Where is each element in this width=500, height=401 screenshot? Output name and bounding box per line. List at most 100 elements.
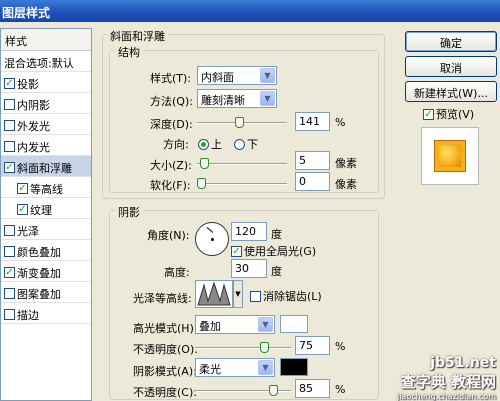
global-light-checkbox[interactable]: ✓ 使用全局光(G)	[231, 243, 316, 259]
style-item-label: 混合选项:默认	[4, 56, 74, 70]
technique-dropdown-value: 雕刻清晰	[201, 94, 245, 107]
size-input[interactable]: 5	[295, 151, 330, 170]
watermark-site: jb51.net	[430, 355, 496, 371]
style-item[interactable]: 内阴影	[1, 93, 91, 114]
checkbox-unchecked-icon[interactable]	[4, 225, 15, 236]
soften-input[interactable]: 0	[295, 172, 330, 191]
style-item[interactable]: 外发光	[1, 114, 91, 135]
altitude-label: 高度:	[164, 266, 190, 279]
highlight-opacity-unit: %	[335, 340, 346, 353]
styles-list-header: 样式	[1, 29, 91, 51]
angle-unit: 度	[271, 228, 282, 241]
angle-input[interactable]: 120	[231, 222, 267, 241]
shadow-opacity-input[interactable]: 85	[295, 379, 330, 398]
highlight-opacity-track[interactable]	[195, 347, 291, 349]
checkbox-unchecked-icon[interactable]	[4, 246, 15, 257]
style-item-label: 图案叠加	[17, 287, 61, 301]
gloss-contour-picker[interactable]	[195, 280, 233, 308]
altitude-unit: 度	[271, 265, 282, 278]
window-titlebar: 图层样式	[0, 0, 500, 22]
soften-label: 软化(F):	[150, 179, 191, 192]
altitude-input[interactable]: 30	[231, 259, 267, 278]
shadow-opacity-unit: %	[335, 383, 346, 396]
new-style-button[interactable]: 新建样式(W)...	[405, 81, 497, 102]
chevron-down-icon: ▼	[258, 360, 273, 375]
size-unit: 像素	[335, 157, 357, 170]
ok-button[interactable]: 确定	[405, 31, 497, 52]
checkbox-checked-icon[interactable]: ✓	[17, 204, 28, 215]
style-item[interactable]: ✓ 斜面和浮雕	[1, 156, 91, 177]
checkbox-unchecked-icon[interactable]	[4, 288, 15, 299]
checkbox-checked-icon[interactable]: ✓	[4, 78, 15, 89]
style-item[interactable]: ✓ 纹理	[1, 198, 91, 219]
checkbox-unchecked-icon[interactable]	[4, 141, 15, 152]
highlight-mode-dropdown[interactable]: 叠加 ▼	[195, 315, 275, 334]
depth-unit: %	[335, 116, 346, 129]
direction-up-radio[interactable]: 上	[198, 136, 222, 152]
checkbox-unchecked-icon[interactable]	[4, 99, 15, 110]
checkbox-unchecked-icon[interactable]	[4, 309, 15, 320]
highlight-mode-value: 叠加	[199, 320, 221, 333]
gloss-contour-label: 光泽等高线:	[133, 292, 192, 305]
antialias-label: 消除锯齿(L)	[263, 290, 322, 303]
style-item[interactable]: 描边	[1, 303, 91, 324]
preview-checkbox[interactable]: ✓ 预览(V)	[423, 106, 474, 122]
checkbox-unchecked-icon	[250, 290, 261, 302]
style-item-label: 颜色叠加	[17, 245, 61, 259]
style-dropdown[interactable]: 内斜面 ▼	[197, 66, 277, 85]
depth-input[interactable]: 141	[295, 112, 330, 131]
direction-down-radio[interactable]: 下	[234, 136, 258, 152]
size-label: 大小(Z):	[150, 159, 192, 172]
styles-list: 样式 混合选项:默认 ✓ 投影 内阴影 外发光 内发光 ✓ 斜面和浮雕 ✓ 等高线 ✓ 纹理 光泽 颜色叠…	[0, 28, 92, 401]
size-slider-track[interactable]	[197, 163, 287, 165]
checkbox-checked-icon[interactable]: ✓	[4, 162, 15, 173]
size-slider-thumb[interactable]	[200, 158, 210, 169]
style-item[interactable]: 光泽	[1, 219, 91, 240]
highlight-color-swatch[interactable]	[280, 315, 308, 333]
style-item-label: 投影	[17, 77, 39, 91]
style-preview-thumbnail	[421, 127, 479, 185]
shadow-mode-dropdown[interactable]: 柔光 ▼	[195, 358, 275, 377]
highlight-opacity-input[interactable]: 75	[295, 336, 330, 355]
highlight-opacity-thumb[interactable]	[260, 342, 270, 353]
style-item[interactable]: ✓ 等高线	[1, 177, 91, 198]
technique-dropdown[interactable]: 雕刻清晰 ▼	[197, 89, 277, 108]
contour-dropdown-arrow[interactable]: ▼	[233, 280, 243, 308]
style-item[interactable]: ✓ 渐变叠加	[1, 261, 91, 282]
angle-dial-center	[211, 238, 214, 241]
soften-slider-track[interactable]	[197, 183, 287, 185]
radio-selected-icon	[198, 139, 209, 150]
style-item[interactable]: 颜色叠加	[1, 240, 91, 261]
watermark-brand: 查字典 教程网	[400, 373, 496, 391]
checkbox-checked-icon[interactable]: ✓	[4, 267, 15, 278]
style-item-label: 渐变叠加	[17, 266, 61, 280]
direction-down-label: 下	[247, 138, 258, 151]
style-item-label: 纹理	[30, 203, 52, 217]
shadow-opacity-thumb[interactable]	[268, 385, 278, 396]
style-item[interactable]: ✓ 投影	[1, 72, 91, 93]
shading-title: 阴影	[115, 204, 143, 220]
bevel-settings-panel: 斜面和浮雕 结构 样式(T): 内斜面 ▼ 方法(Q): 雕刻清晰 ▼ 深度(D…	[97, 28, 387, 401]
chevron-down-icon: ▼	[258, 317, 273, 332]
direction-label: 方向:	[163, 138, 189, 151]
antialias-checkbox[interactable]: 消除锯齿(L)	[250, 288, 322, 304]
style-item[interactable]: 图案叠加	[1, 282, 91, 303]
shadow-opacity-label: 不透明度(C):	[133, 386, 197, 399]
contour-curve-icon	[197, 281, 231, 306]
technique-label: 方法(Q):	[150, 95, 193, 108]
style-item[interactable]: 混合选项:默认	[1, 51, 91, 72]
soften-slider-thumb[interactable]	[197, 178, 206, 189]
style-item[interactable]: 内发光	[1, 135, 91, 156]
watermark: jb51.net 查字典 教程网 jiaocheng.chazidian.com	[397, 355, 496, 401]
shadow-mode-value: 柔光	[199, 363, 221, 376]
checkbox-checked-icon[interactable]: ✓	[17, 183, 28, 194]
angle-needle	[206, 226, 214, 233]
checkbox-unchecked-icon[interactable]	[4, 120, 15, 131]
watermark-url: jiaocheng.chazidian.com	[396, 392, 496, 401]
shadow-color-swatch[interactable]	[280, 358, 308, 376]
cancel-button[interactable]: 取消	[405, 56, 497, 77]
angle-label: 角度(N):	[147, 229, 190, 242]
angle-dial[interactable]	[195, 222, 229, 256]
style-item-label: 外发光	[17, 119, 50, 133]
depth-slider-thumb[interactable]	[235, 117, 245, 128]
